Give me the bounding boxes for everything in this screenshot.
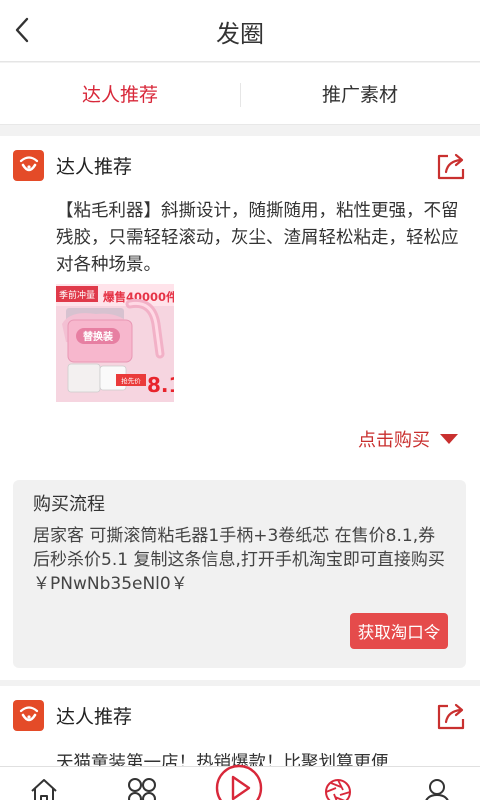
product-illustration: 季前冲量 爆售40000件 替换装 抢先价 8.1 xyxy=(56,284,174,402)
aperture-icon xyxy=(325,779,351,800)
post-text: 【粘毛利器】斜撕设计，随撕随用，粘性更强，不留残胶，只需轻轻滚动，灰尘、渣屑轻松… xyxy=(56,201,459,275)
tab-promo-material[interactable]: 推广素材 xyxy=(240,63,480,124)
tab-expert-recommend[interactable]: 达人推荐 xyxy=(0,63,240,124)
share-icon xyxy=(437,703,465,730)
product-image[interactable]: 季前冲量 爆售40000件 替换装 抢先价 8.1 xyxy=(56,284,174,402)
home-icon xyxy=(31,779,57,800)
category-icon xyxy=(128,778,156,800)
segment-tabs: 达人推荐 推广素材 xyxy=(0,63,480,125)
post-card: 达人推荐 【粘毛利器】斜撕设计，随撕随用，粘性更强，不留残胶，只需轻轻滚动，灰尘… xyxy=(0,136,480,680)
tabbar-play[interactable] xyxy=(214,763,264,800)
small-tag: 抢先价 xyxy=(121,376,141,385)
purchase-flow-box: 购买流程 居家客 可撕滚筒粘毛器1手柄+3卷纸芯 在售价8.1,券后秒杀价5.1… xyxy=(13,480,466,668)
get-taokouling-button[interactable]: 获取淘口令 xyxy=(350,613,448,649)
flow-text: 居家客 可撕滚筒粘毛器1手柄+3卷纸芯 在售价8.1,券后秒杀价5.1 复制这条… xyxy=(33,526,445,594)
post-card: 达人推荐 天猫童装第一店！热销爆款！比聚划算更便 xyxy=(0,686,480,766)
share-button[interactable] xyxy=(435,150,467,182)
play-icon xyxy=(215,764,263,800)
post-feed[interactable]: 达人推荐 【粘毛利器】斜撕设计，随撕随用，粘性更强，不留残胶，只需轻轻滚动，灰尘… xyxy=(0,126,480,766)
buy-link-label: 点击购买 xyxy=(358,430,430,451)
tabbar-profile[interactable] xyxy=(422,777,452,800)
avatar[interactable] xyxy=(13,150,44,181)
price-text: 8.1 xyxy=(147,373,174,397)
user-icon xyxy=(425,779,449,800)
post-author: 达人推荐 xyxy=(56,156,133,178)
tabbar-home[interactable] xyxy=(29,777,59,800)
avatar[interactable] xyxy=(13,700,44,731)
badge-text: 季前冲量 xyxy=(59,289,95,301)
tabbar-moments[interactable] xyxy=(323,777,353,800)
smile-logo-icon xyxy=(19,155,38,171)
flow-title: 购买流程 xyxy=(33,494,105,515)
tab-divider xyxy=(240,83,241,107)
triangle-down-icon xyxy=(440,434,458,444)
top-bar: 发圈 xyxy=(0,0,480,62)
share-button[interactable] xyxy=(435,700,467,732)
post-author: 达人推荐 xyxy=(56,706,133,728)
tabbar-category[interactable] xyxy=(127,777,157,800)
buy-link[interactable]: 点击购买 xyxy=(358,426,458,452)
pack-label: 替换装 xyxy=(83,330,113,343)
page-title: 发圈 xyxy=(216,20,264,48)
smile-logo-icon xyxy=(19,705,38,721)
bottom-tab-bar xyxy=(0,763,480,800)
share-icon xyxy=(437,153,465,180)
